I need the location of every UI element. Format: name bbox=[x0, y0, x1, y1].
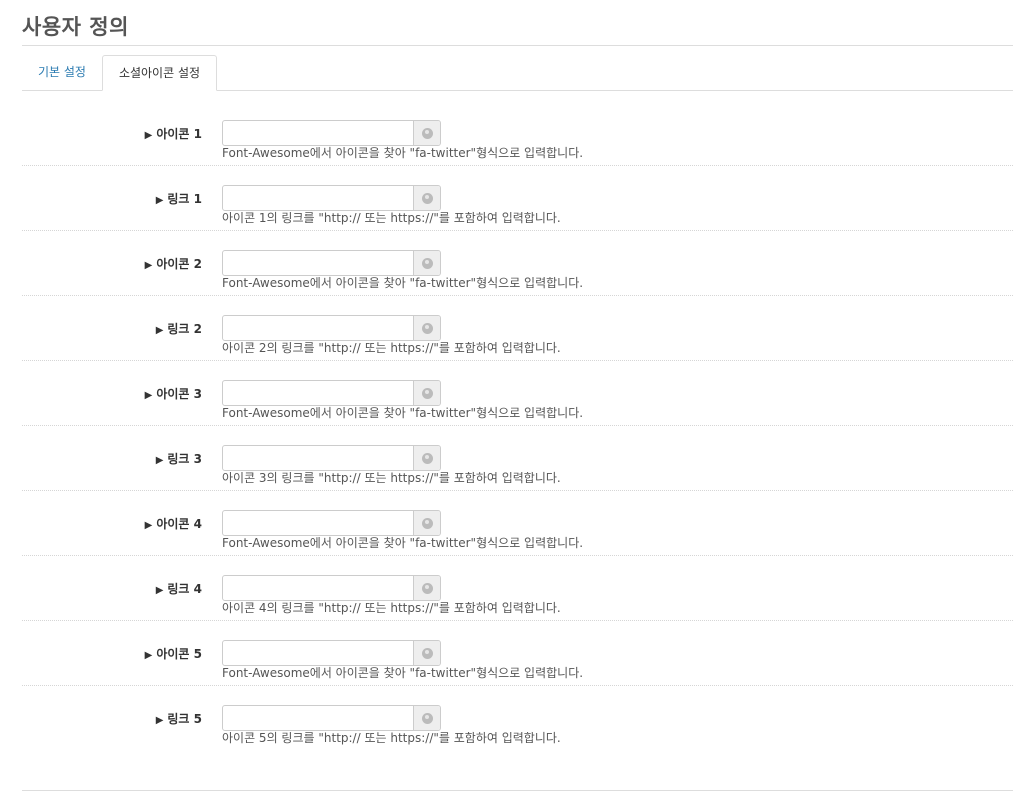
input-addon bbox=[413, 186, 440, 210]
help-text: Font-Awesome에서 아이콘을 찾아 "fa-twitter"형식으로 … bbox=[222, 406, 584, 420]
field-label-text: 링크 5 bbox=[167, 712, 202, 726]
field-label: ▶ 링크 1 bbox=[156, 190, 202, 207]
icon-3-input-group bbox=[222, 380, 441, 406]
triangle-right-icon: ▶ bbox=[144, 260, 153, 271]
form-row-icon-4: ▶ 아이콘 4 Font-Awesome에서 아이콘을 찾아 "fa-twitte… bbox=[22, 491, 1013, 556]
icon-4-input[interactable] bbox=[223, 511, 414, 535]
field-label: ▶ 링크 2 bbox=[156, 320, 202, 337]
form-row-link-1: ▶ 링크 1 아이콘 1의 링크를 "http:// 또는 https://"를 … bbox=[22, 166, 1013, 231]
globe-icon bbox=[421, 517, 433, 529]
tab-basic-settings[interactable]: 기본 설정 bbox=[22, 55, 102, 89]
triangle-right-icon: ▶ bbox=[144, 390, 153, 401]
help-text: Font-Awesome에서 아이콘을 찾아 "fa-twitter"형식으로 … bbox=[222, 666, 584, 680]
input-addon bbox=[413, 511, 440, 535]
help-text: 아이콘 5의 링크를 "http:// 또는 https://"를 포함하여 입… bbox=[222, 731, 561, 745]
input-addon bbox=[413, 381, 440, 405]
field-label-text: 링크 3 bbox=[167, 452, 202, 466]
field-label-text: 링크 1 bbox=[167, 192, 202, 206]
field-label-text: 링크 4 bbox=[167, 582, 202, 596]
field-label-text: 아이콘 1 bbox=[156, 127, 202, 141]
globe-icon bbox=[421, 192, 433, 204]
link-1-input[interactable] bbox=[223, 186, 414, 210]
settings-tabs: 기본 설정 소셜아이콘 설정 bbox=[22, 55, 1013, 91]
field-label: ▶ 아이콘 3 bbox=[145, 385, 202, 402]
triangle-right-icon: ▶ bbox=[155, 195, 164, 206]
field-label: ▶ 아이콘 5 bbox=[145, 645, 202, 662]
icon-5-input-group bbox=[222, 640, 441, 666]
help-text: Font-Awesome에서 아이콘을 찾아 "fa-twitter"형식으로 … bbox=[222, 536, 584, 550]
help-text: 아이콘 1의 링크를 "http:// 또는 https://"를 포함하여 입… bbox=[222, 211, 561, 225]
field-label: ▶ 아이콘 4 bbox=[145, 515, 202, 532]
globe-icon bbox=[421, 257, 433, 269]
form-row-icon-3: ▶ 아이콘 3 Font-Awesome에서 아이콘을 찾아 "fa-twitte… bbox=[22, 361, 1013, 426]
link-4-input[interactable] bbox=[223, 576, 414, 600]
field-label: ▶ 아이콘 2 bbox=[145, 255, 202, 272]
form-row-icon-1: ▶ 아이콘 1 Font-Awesome에서 아이콘을 찾아 "fa-twitte… bbox=[22, 101, 1013, 166]
link-2-input-group bbox=[222, 315, 441, 341]
field-label-text: 링크 2 bbox=[167, 322, 202, 336]
triangle-right-icon: ▶ bbox=[144, 520, 153, 531]
page-title: 사용자 정의 bbox=[22, 15, 129, 39]
input-addon bbox=[413, 251, 440, 275]
field-label: ▶ 링크 5 bbox=[156, 710, 202, 727]
help-text: Font-Awesome에서 아이콘을 찾아 "fa-twitter"형식으로 … bbox=[222, 146, 584, 160]
input-addon bbox=[413, 641, 440, 665]
icon-2-input[interactable] bbox=[223, 251, 414, 275]
link-2-input[interactable] bbox=[223, 316, 414, 340]
globe-icon bbox=[421, 127, 433, 139]
form-row-icon-5: ▶ 아이콘 5 Font-Awesome에서 아이콘을 찾아 "fa-twitte… bbox=[22, 621, 1013, 686]
field-label-text: 아이콘 3 bbox=[156, 387, 202, 401]
globe-icon bbox=[421, 387, 433, 399]
icon-5-input[interactable] bbox=[223, 641, 414, 665]
icon-1-input-group bbox=[222, 120, 441, 146]
bottom-divider bbox=[22, 790, 1013, 791]
form-row-icon-2: ▶ 아이콘 2 Font-Awesome에서 아이콘을 찾아 "fa-twitte… bbox=[22, 231, 1013, 296]
field-label-text: 아이콘 4 bbox=[156, 517, 202, 531]
triangle-right-icon: ▶ bbox=[144, 130, 153, 141]
link-4-input-group bbox=[222, 575, 441, 601]
field-label: ▶ 링크 4 bbox=[156, 580, 202, 597]
field-label: ▶ 링크 3 bbox=[156, 450, 202, 467]
icon-3-input[interactable] bbox=[223, 381, 414, 405]
icon-2-input-group bbox=[222, 250, 441, 276]
triangle-right-icon: ▶ bbox=[144, 650, 153, 661]
form-row-link-2: ▶ 링크 2 아이콘 2의 링크를 "http:// 또는 https://"를 … bbox=[22, 296, 1013, 361]
input-addon bbox=[413, 706, 440, 730]
icon-4-input-group bbox=[222, 510, 441, 536]
field-label: ▶ 아이콘 1 bbox=[145, 125, 202, 142]
triangle-right-icon: ▶ bbox=[155, 715, 164, 726]
input-addon bbox=[413, 316, 440, 340]
title-divider bbox=[22, 45, 1013, 46]
form-row-link-5: ▶ 링크 5 아이콘 5의 링크를 "http:// 또는 https://"를 … bbox=[22, 686, 1013, 751]
form-row-link-4: ▶ 링크 4 아이콘 4의 링크를 "http:// 또는 https://"를 … bbox=[22, 556, 1013, 621]
input-addon bbox=[413, 576, 440, 600]
help-text: 아이콘 2의 링크를 "http:// 또는 https://"를 포함하여 입… bbox=[222, 341, 561, 355]
help-text: 아이콘 4의 링크를 "http:// 또는 https://"를 포함하여 입… bbox=[222, 601, 561, 615]
input-addon bbox=[413, 121, 440, 145]
link-5-input[interactable] bbox=[223, 706, 414, 730]
link-3-input-group bbox=[222, 445, 441, 471]
triangle-right-icon: ▶ bbox=[155, 325, 164, 336]
globe-icon bbox=[421, 647, 433, 659]
input-addon bbox=[413, 446, 440, 470]
help-text: 아이콘 3의 링크를 "http:// 또는 https://"를 포함하여 입… bbox=[222, 471, 561, 485]
link-3-input[interactable] bbox=[223, 446, 414, 470]
field-label-text: 아이콘 5 bbox=[156, 647, 202, 661]
globe-icon bbox=[421, 452, 433, 464]
globe-icon bbox=[421, 582, 433, 594]
link-5-input-group bbox=[222, 705, 441, 731]
field-label-text: 아이콘 2 bbox=[156, 257, 202, 271]
triangle-right-icon: ▶ bbox=[155, 585, 164, 596]
link-1-input-group bbox=[222, 185, 441, 211]
globe-icon bbox=[421, 712, 433, 724]
form-row-link-3: ▶ 링크 3 아이콘 3의 링크를 "http:// 또는 https://"를 … bbox=[22, 426, 1013, 491]
icon-1-input[interactable] bbox=[223, 121, 414, 145]
globe-icon bbox=[421, 322, 433, 334]
tab-social-icon-settings[interactable]: 소셜아이콘 설정 bbox=[102, 55, 217, 91]
help-text: Font-Awesome에서 아이콘을 찾아 "fa-twitter"형식으로 … bbox=[222, 276, 584, 290]
triangle-right-icon: ▶ bbox=[155, 455, 164, 466]
